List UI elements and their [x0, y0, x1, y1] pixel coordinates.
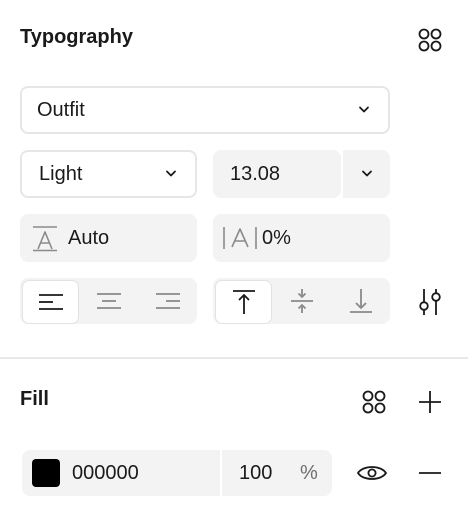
align-middle-icon [290, 289, 313, 313]
font-family-select[interactable]: Outfit [20, 86, 390, 134]
align-bottom-icon [349, 289, 372, 313]
align-middle-button[interactable] [274, 280, 329, 322]
line-height-value: Auto [68, 226, 110, 249]
plus-icon [419, 391, 441, 413]
vertical-align-group [213, 278, 390, 324]
line-height-input[interactable]: Auto [20, 214, 197, 262]
typography-title: Typography [20, 26, 133, 48]
align-right-icon [155, 293, 180, 309]
fill-title: Fill [20, 388, 49, 410]
remove-fill-button[interactable] [412, 455, 448, 491]
fill-opacity-value: 100 [239, 461, 273, 484]
typography-settings-button[interactable] [412, 284, 448, 320]
add-fill-button[interactable] [412, 384, 448, 420]
sliders-icon [419, 289, 441, 315]
fill-opacity-unit: % [300, 461, 318, 484]
toggle-fill-visibility-button[interactable] [354, 455, 390, 491]
chevron-down-icon [359, 106, 369, 113]
font-weight-value: Light [39, 162, 83, 185]
font-weight-select[interactable]: Light [20, 150, 197, 198]
align-center-button[interactable] [81, 280, 136, 322]
align-bottom-button[interactable] [333, 280, 388, 322]
fill-color-input[interactable]: 000000 [22, 450, 220, 496]
letter-spacing-input[interactable]: 0% [213, 214, 390, 262]
align-right-button[interactable] [140, 280, 195, 322]
font-size-value: 13.08 [230, 162, 281, 185]
section-divider [0, 357, 468, 359]
align-top-icon [232, 290, 255, 314]
font-size-input[interactable]: 13.08 [213, 150, 341, 198]
styles-grid-button[interactable] [412, 22, 448, 58]
grid-dots-icon [362, 390, 386, 414]
align-left-icon [38, 294, 63, 310]
align-center-icon [96, 293, 121, 309]
align-top-button[interactable] [215, 280, 272, 324]
letter-spacing-value: 0% [262, 226, 291, 249]
eye-icon [357, 466, 387, 480]
align-left-button[interactable] [22, 280, 79, 324]
chevron-down-icon [361, 170, 372, 177]
chevron-down-icon [166, 170, 176, 177]
minus-icon [419, 472, 441, 474]
color-swatch[interactable] [32, 459, 60, 487]
fill-hex-value: 000000 [72, 461, 139, 484]
letter-spacing-icon [223, 227, 257, 249]
font-size-dropdown-button[interactable] [343, 150, 390, 198]
grid-dots-icon [418, 28, 442, 52]
fill-opacity-input[interactable]: 100 % [222, 450, 332, 496]
font-family-value: Outfit [37, 98, 85, 121]
fill-styles-button[interactable] [356, 384, 392, 420]
line-height-icon [33, 226, 57, 252]
text-align-group [20, 278, 197, 324]
